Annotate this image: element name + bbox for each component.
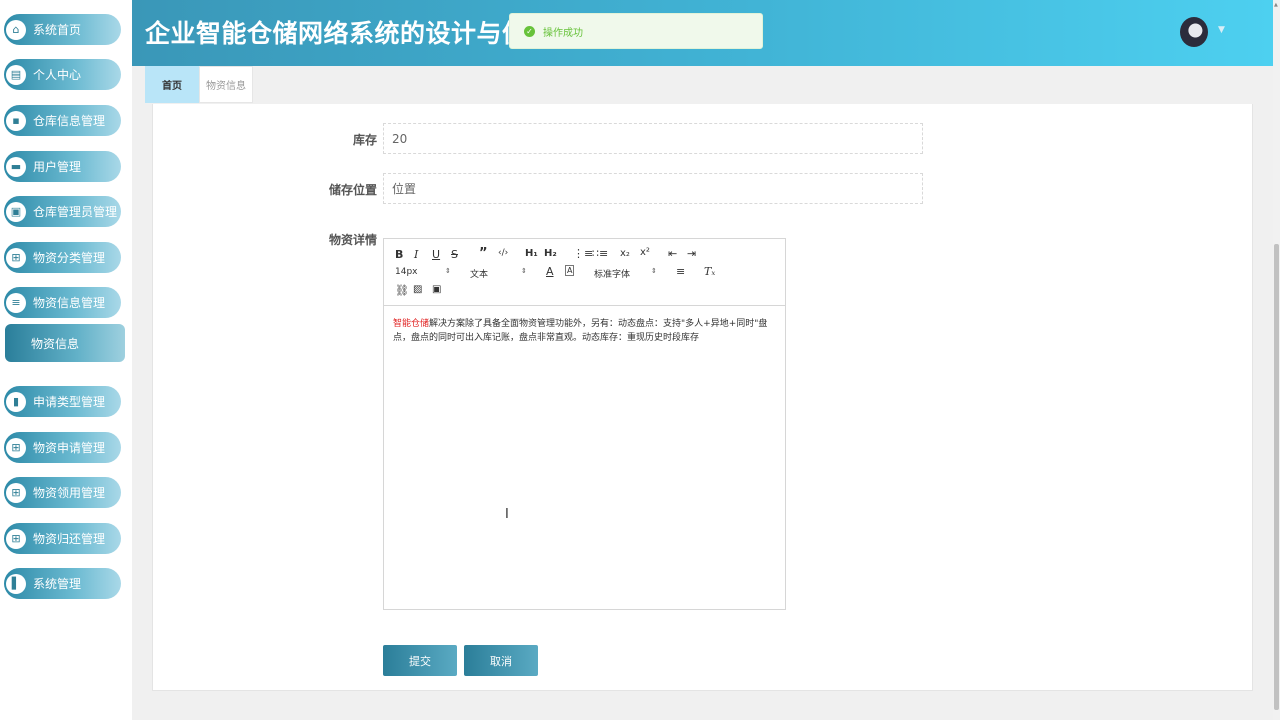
sliders-icon: ≡ [6, 292, 26, 313]
sidebar-item-label: 物资分类管理 [33, 251, 106, 265]
content-highlight: 智能仓储 [393, 319, 430, 329]
sidebar-item-label: 系统首页 [33, 23, 82, 37]
select-arrows-icon: ⇕ [521, 267, 527, 275]
sidebar-item-goods-info[interactable]: 物资信息 [5, 324, 125, 362]
align-icon[interactable]: ≡ [676, 265, 685, 278]
detail-label: 物资详情 [328, 233, 377, 247]
sidebar-item-return[interactable]: ⊞ 物资归还管理 [4, 523, 121, 554]
warehouse-icon: ▪ [6, 110, 26, 131]
tab-home[interactable]: 首页 [145, 66, 199, 103]
monitor-icon: ▬ [6, 156, 26, 177]
superscript-icon[interactable]: x² [640, 247, 650, 258]
check-circle-icon: ✓ [524, 25, 535, 37]
sidebar-item-label: 物资领用管理 [33, 486, 106, 500]
success-toast: ✓ 操作成功 [509, 13, 763, 49]
sidebar-item-warehouse-admins[interactable]: ▣ 仓库管理员管理 [4, 196, 121, 227]
heading2-icon[interactable]: H₂ [544, 248, 557, 259]
heading1-icon[interactable]: H₁ [525, 248, 538, 259]
scroll-up-icon[interactable]: ▲ [1274, 2, 1279, 8]
editor-toolbar: B I U S ” ‹/› H₁ H₂ ⋮≡ ∷≡ x₂ x² ⇤ ⇥ 14px… [384, 239, 785, 306]
sidebar-item-category[interactable]: ⊞ 物资分类管理 [4, 242, 121, 273]
content-text: 解决方案除了具备全面物资管理功能外，另有：动态盘点：支持"多人+异地+同时"盘点… [393, 319, 768, 343]
sidebar-item-label: 物资申请管理 [33, 441, 106, 455]
sidebar-item-profile[interactable]: ▤ 个人中心 [4, 59, 121, 90]
location-input[interactable]: 位置 [383, 173, 923, 204]
sidebar-item-users[interactable]: ▬ 用户管理 [4, 151, 121, 182]
italic-icon[interactable]: I [414, 248, 418, 261]
avatar[interactable] [1180, 17, 1208, 47]
editor-content[interactable]: 智能仓储解决方案除了具备全面物资管理功能外，另有：动态盘点：支持"多人+异地+同… [393, 317, 773, 345]
sidebar-item-home[interactable]: ⌂ 系统首页 [4, 14, 121, 45]
sidebar-item-label: 申请类型管理 [33, 395, 106, 409]
code-block-icon[interactable]: ‹/› [498, 248, 508, 258]
video-icon[interactable]: ▣ [432, 284, 441, 295]
sidebar: ⌂ 系统首页 ▤ 个人中心 ▪ 仓库信息管理 ▬ 用户管理 ▣ 仓库管理员管理 … [0, 0, 132, 720]
stock-label: 库存 [352, 133, 377, 147]
sidebar-item-apply-type[interactable]: ▮ 申请类型管理 [4, 386, 121, 417]
block-type-select[interactable]: 文本 [470, 267, 488, 280]
briefcase-icon: ▣ [6, 201, 26, 222]
cancel-button[interactable]: 取消 [464, 645, 538, 676]
sidebar-item-label: 物资信息管理 [33, 296, 106, 310]
font-family-select[interactable]: 标准字体 [594, 267, 630, 280]
bold-icon[interactable]: B [395, 248, 403, 261]
clear-format-icon[interactable]: Tₓ [704, 265, 715, 278]
stock-input[interactable]: 20 [383, 123, 923, 154]
app-title: 企业智能仓储网络系统的设计与仿 [145, 19, 528, 48]
submit-button[interactable]: 提交 [383, 645, 457, 676]
profile-icon: ▤ [6, 64, 26, 85]
underline-icon[interactable]: U [432, 248, 440, 261]
tab-goods-info[interactable]: 物资信息 [199, 66, 253, 103]
location-label: 储存位置 [328, 183, 377, 197]
sidebar-item-apply[interactable]: ⊞ 物资申请管理 [4, 432, 121, 463]
sidebar-item-receive[interactable]: ⊞ 物资领用管理 [4, 477, 121, 508]
bar-chart-icon: ▮ [6, 391, 26, 412]
chevron-down-icon[interactable]: ▼ [1218, 25, 1225, 35]
book-icon: ▌ [6, 573, 26, 594]
home-icon: ⌂ [6, 19, 26, 40]
bullet-list-icon[interactable]: ∷≡ [592, 247, 608, 260]
sidebar-item-label: 个人中心 [33, 68, 82, 82]
sidebar-item-system[interactable]: ▌ 系统管理 [4, 568, 121, 599]
blockquote-icon[interactable]: ” [479, 246, 488, 261]
sidebar-item-warehouse[interactable]: ▪ 仓库信息管理 [4, 105, 121, 136]
scrollbar-thumb[interactable] [1274, 244, 1279, 710]
image-icon[interactable]: ▨ [413, 284, 422, 295]
ordered-list-icon[interactable]: ⋮≡ [573, 247, 593, 260]
sidebar-item-label: 仓库管理员管理 [33, 205, 118, 219]
text-cursor-icon: I [505, 507, 509, 522]
grid-icon: ⊞ [6, 247, 26, 268]
sidebar-item-label: 物资信息 [31, 336, 80, 351]
outdent-icon[interactable]: ⇤ [668, 247, 677, 260]
grid-icon: ⊞ [6, 482, 26, 503]
rich-text-editor: B I U S ” ‹/› H₁ H₂ ⋮≡ ∷≡ x₂ x² ⇤ ⇥ 14px… [383, 238, 786, 610]
strikethrough-icon[interactable]: S [451, 248, 458, 261]
sidebar-item-goods-admin[interactable]: ≡ 物资信息管理 [4, 287, 121, 318]
link-icon[interactable]: ⛓ [395, 284, 409, 297]
sidebar-item-label: 系统管理 [33, 577, 82, 591]
indent-icon[interactable]: ⇥ [687, 247, 696, 260]
sidebar-item-label: 仓库信息管理 [33, 114, 106, 128]
sidebar-item-label: 物资归还管理 [33, 532, 106, 546]
grid-icon: ⊞ [6, 528, 26, 549]
select-arrows-icon: ⇕ [651, 267, 657, 275]
tab-bar [132, 66, 1273, 104]
font-color-icon[interactable]: A [546, 265, 554, 278]
select-arrows-icon: ⇕ [445, 267, 451, 275]
subscript-icon[interactable]: x₂ [620, 248, 630, 259]
grid-icon: ⊞ [6, 437, 26, 458]
sidebar-item-label: 用户管理 [33, 160, 82, 174]
font-size-select[interactable]: 14px [395, 267, 418, 277]
background-color-icon[interactable]: A [565, 265, 575, 276]
toast-message: 操作成功 [543, 27, 583, 39]
